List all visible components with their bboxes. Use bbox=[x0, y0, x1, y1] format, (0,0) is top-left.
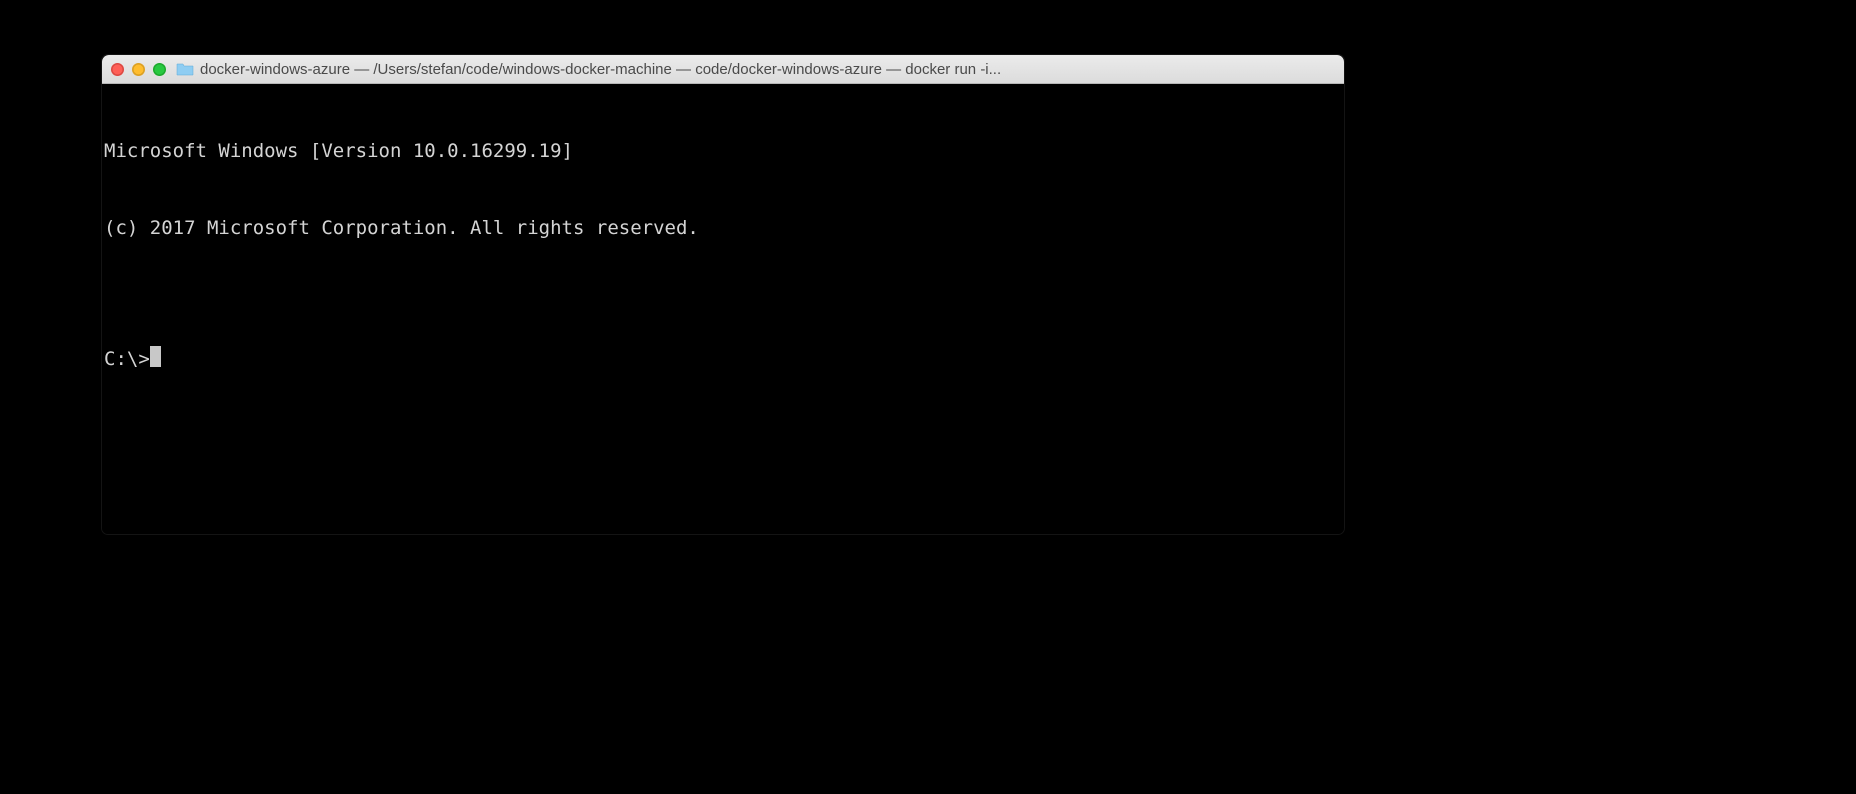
zoom-button[interactable] bbox=[153, 63, 166, 76]
close-button[interactable] bbox=[111, 63, 124, 76]
terminal-output-line: Microsoft Windows [Version 10.0.16299.19… bbox=[104, 139, 1342, 165]
terminal-prompt: C:\> bbox=[104, 347, 150, 373]
terminal-cursor[interactable] bbox=[150, 346, 161, 367]
terminal-body[interactable]: Microsoft Windows [Version 10.0.16299.19… bbox=[102, 84, 1344, 534]
terminal-output-line: (c) 2017 Microsoft Corporation. All righ… bbox=[104, 216, 1342, 242]
folder-icon bbox=[176, 62, 194, 76]
window-title: docker-windows-azure — /Users/stefan/cod… bbox=[200, 61, 1335, 78]
terminal-prompt-line: C:\> bbox=[104, 344, 1342, 373]
traffic-lights bbox=[111, 63, 166, 76]
minimize-button[interactable] bbox=[132, 63, 145, 76]
terminal-window: docker-windows-azure — /Users/stefan/cod… bbox=[101, 54, 1345, 535]
titlebar: docker-windows-azure — /Users/stefan/cod… bbox=[102, 55, 1344, 84]
